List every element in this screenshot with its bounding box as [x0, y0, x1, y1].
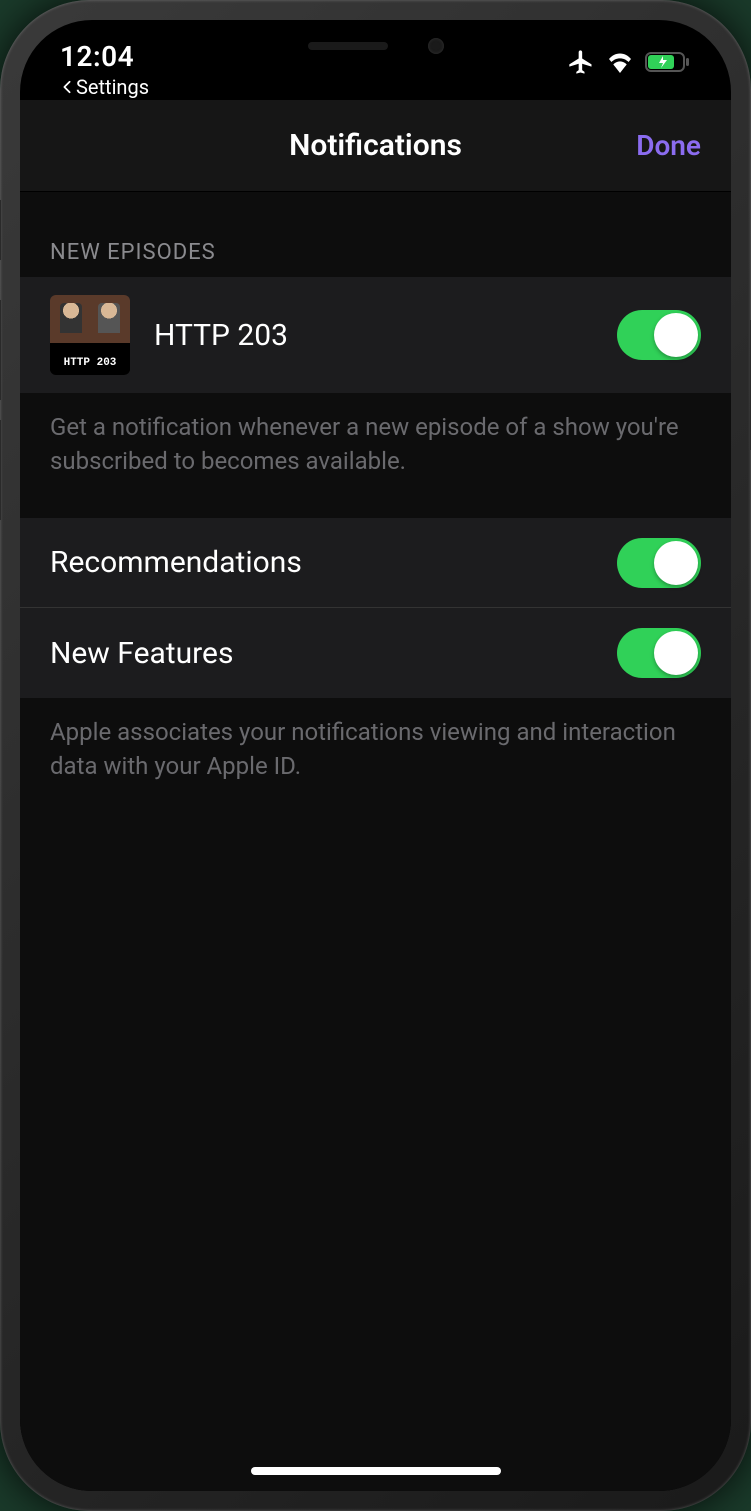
show-row-http203: HTTP 203 HTTP 203: [20, 277, 731, 393]
section-footer-general: Apple associates your notifications view…: [20, 698, 731, 823]
row-new-features: New Features: [20, 608, 731, 698]
section-header-new-episodes: NEW EPISODES: [20, 192, 731, 277]
back-label: Settings: [76, 75, 149, 99]
wifi-icon: [605, 51, 635, 73]
status-time: 12:04: [60, 40, 149, 73]
show-thumbnail: HTTP 203: [50, 295, 130, 375]
toggle-new-features[interactable]: [617, 628, 701, 678]
page-title: Notifications: [289, 128, 462, 163]
airplane-mode-icon: [567, 48, 595, 76]
section-footer-new-episodes: Get a notification whenever a new episod…: [20, 393, 731, 518]
screen: 12:04 Settings: [20, 20, 731, 1491]
row-recommendations: Recommendations: [20, 518, 731, 608]
done-button[interactable]: Done: [636, 129, 701, 162]
notch: [221, 20, 531, 72]
back-to-settings[interactable]: Settings: [60, 75, 149, 99]
nav-bar: Notifications Done: [20, 100, 731, 192]
home-indicator[interactable]: [251, 1467, 501, 1475]
show-title: HTTP 203: [154, 318, 617, 353]
settings-scroll[interactable]: NEW EPISODES HTTP 203 HTTP 203 Get a not…: [20, 192, 731, 1491]
thumbnail-caption: HTTP 203: [50, 355, 130, 371]
label-new-features: New Features: [50, 636, 617, 671]
phone-frame: 12:04 Settings: [0, 0, 751, 1511]
battery-charging-icon: [645, 51, 691, 73]
toggle-recommendations[interactable]: [617, 538, 701, 588]
chevron-left-icon: [60, 80, 74, 94]
toggle-http203[interactable]: [617, 310, 701, 360]
label-recommendations: Recommendations: [50, 545, 617, 580]
